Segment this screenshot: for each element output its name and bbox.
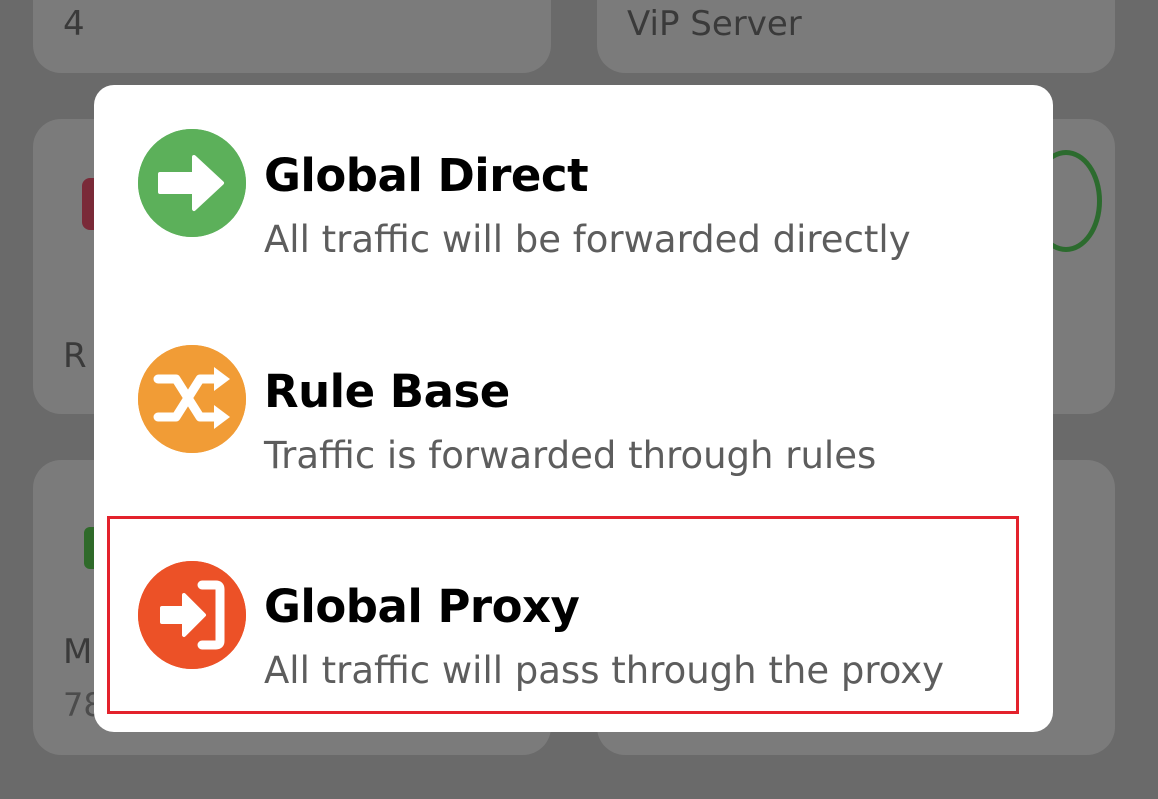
option-title: Global Direct (264, 149, 589, 202)
bg-card-top-right-value: ViP Server (627, 4, 802, 44)
option-description: All traffic will be forwarded directly (264, 218, 911, 261)
shuffle-icon (138, 345, 246, 453)
selection-highlight-box (107, 516, 1019, 714)
option-global-direct[interactable]: Global Direct All traffic will be forwar… (94, 85, 1053, 295)
option-title: Rule Base (264, 365, 510, 418)
bg-card-top-left (33, 0, 551, 73)
bg-card-bottom-left-label: M (63, 632, 93, 672)
bg-card-mid-left-label: R (63, 336, 87, 376)
option-description: Traffic is forwarded through rules (264, 434, 877, 477)
arrow-right-icon (138, 129, 246, 237)
option-rule-base[interactable]: Rule Base Traffic is forwarded through r… (94, 301, 1053, 511)
bg-card-top-left-value: 4 (63, 4, 85, 44)
